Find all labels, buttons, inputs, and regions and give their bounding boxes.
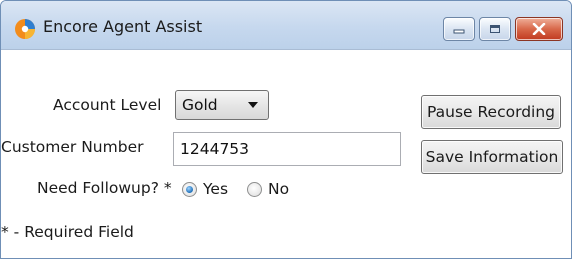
radio-unchecked-icon (247, 181, 262, 197)
customer-number-label: Customer Number (1, 138, 144, 156)
customer-number-field[interactable] (173, 132, 401, 166)
followup-yes-label: Yes (203, 180, 229, 198)
minimize-button[interactable] (443, 17, 475, 41)
save-information-button[interactable]: Save Information (421, 140, 563, 174)
chevron-down-icon (248, 102, 258, 108)
encore-logo-icon (15, 19, 35, 39)
radio-checked-icon (182, 181, 197, 197)
close-button[interactable] (515, 17, 563, 41)
window-title: Encore Agent Assist (43, 17, 203, 36)
account-level-value: Gold (182, 96, 218, 114)
followup-no-radio[interactable]: No (247, 180, 289, 198)
account-level-select[interactable]: Gold (175, 90, 269, 120)
close-icon (532, 23, 546, 35)
pause-recording-button[interactable]: Pause Recording (421, 95, 561, 129)
followup-yes-radio[interactable]: Yes (182, 180, 228, 198)
maximize-icon (490, 25, 500, 33)
required-field-note: * - Required Field (1, 223, 134, 241)
maximize-button[interactable] (479, 17, 511, 41)
form-area: Account Level Gold Customer Number Need … (1, 50, 571, 258)
title-bar[interactable]: Encore Agent Assist (1, 1, 571, 50)
window-controls (443, 17, 563, 41)
app-window: Encore Agent Assist Account Level Gold C… (0, 0, 572, 259)
followup-no-label: No (268, 180, 290, 198)
need-followup-label: Need Followup? * (37, 179, 172, 197)
account-level-label: Account Level (53, 96, 162, 114)
minimize-icon (453, 29, 465, 34)
